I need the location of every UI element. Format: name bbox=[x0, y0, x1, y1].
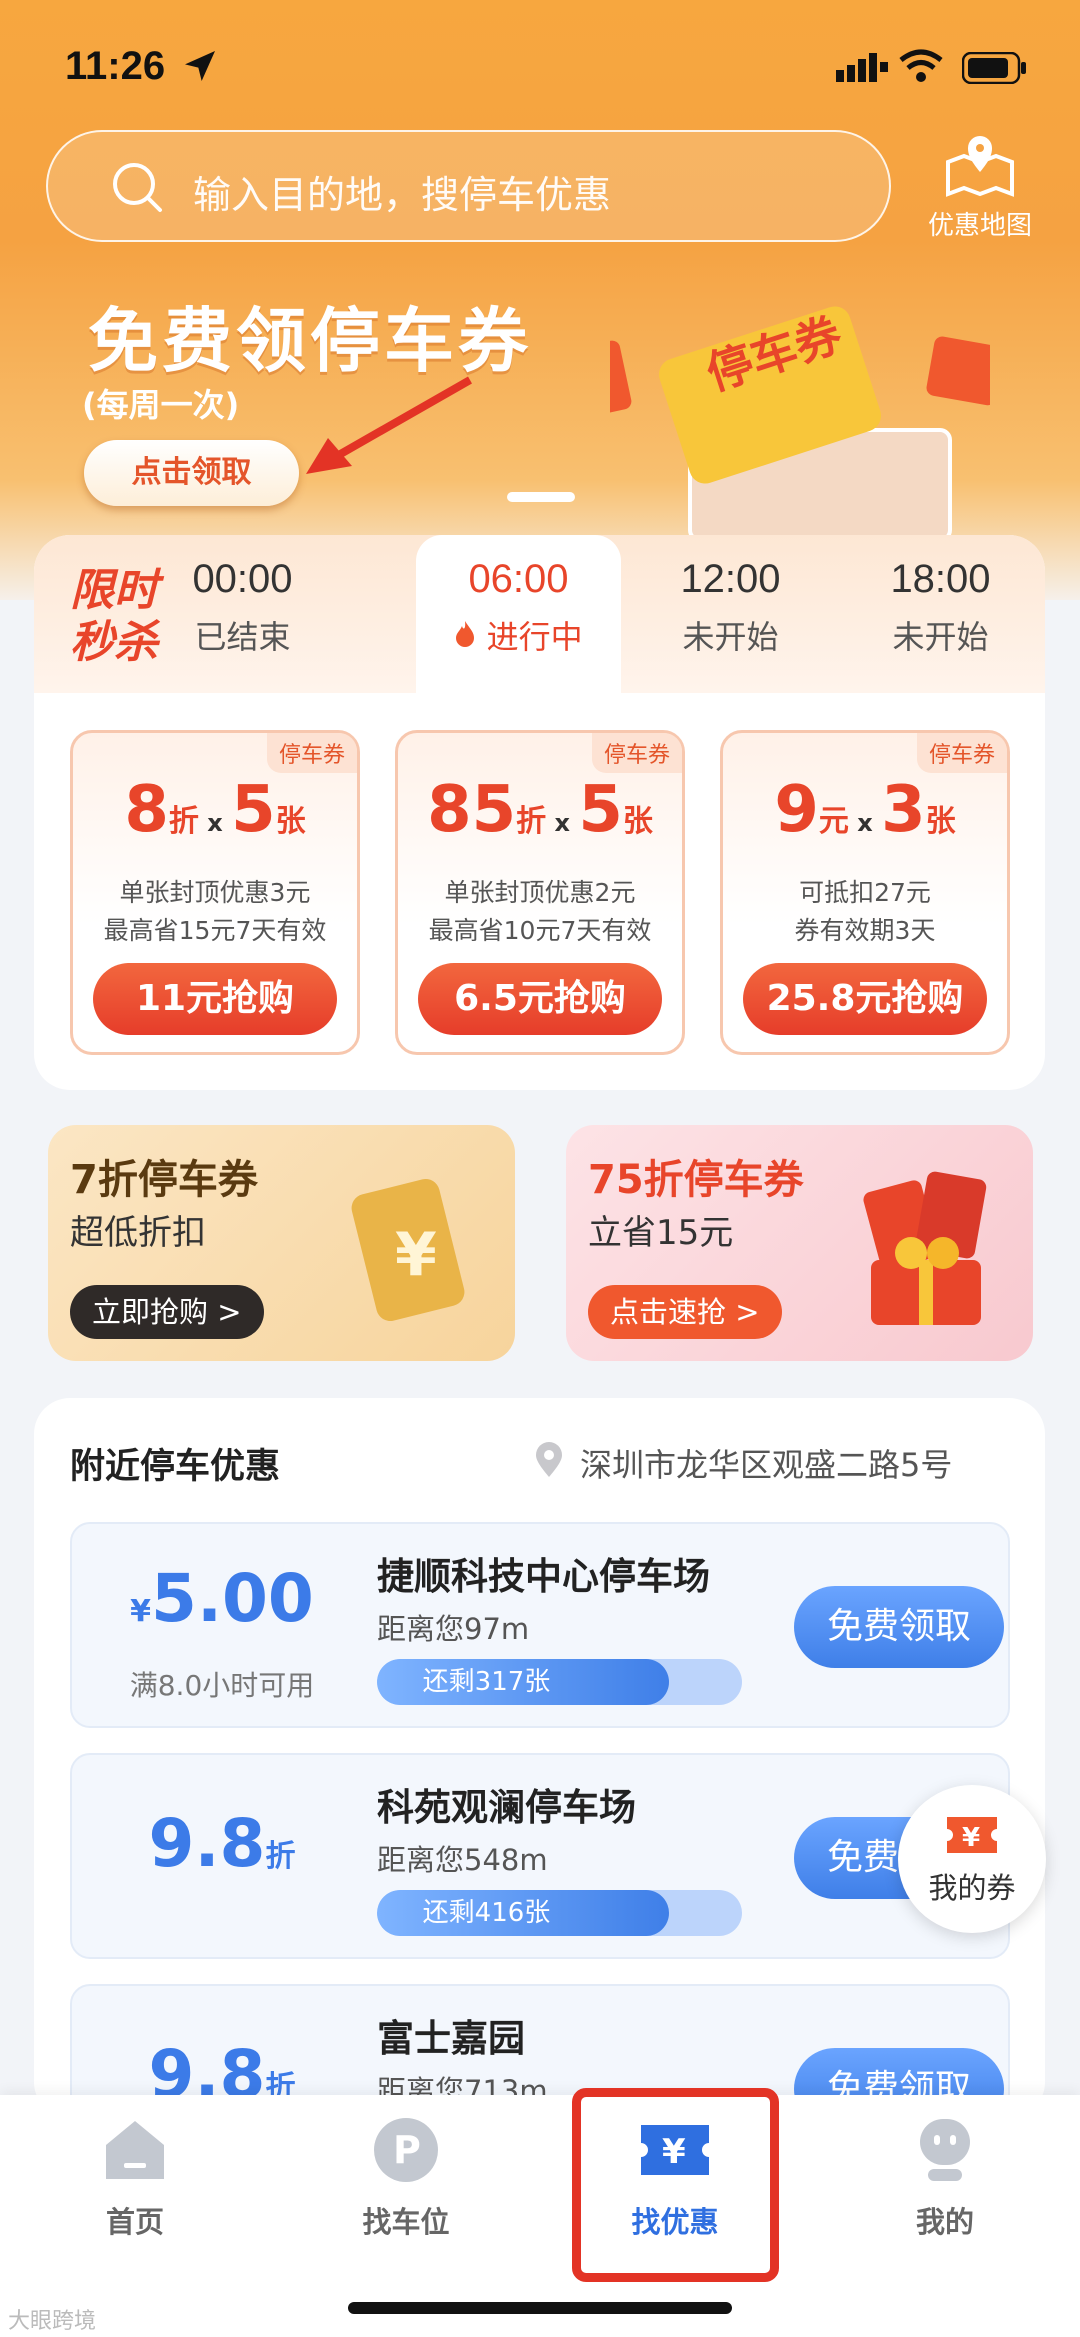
coupon-line1: 单张封顶优惠2元 bbox=[444, 878, 636, 907]
coupon-line2: 最高省10元7天有效 bbox=[428, 916, 652, 945]
watermark: 大眼跨境 bbox=[8, 2309, 97, 2334]
coupon-line1: 可抵扣27元 bbox=[799, 878, 931, 907]
lot-distance: 距离您548m bbox=[377, 1843, 548, 1877]
flash-coupon-card[interactable]: 停车券 9元 x 3张 可抵扣27元 券有效期3天 25.8元抢购 bbox=[720, 730, 1010, 1055]
lot-name: 捷顺科技中心停车场 bbox=[377, 1555, 710, 1598]
gift-box-icon bbox=[851, 1165, 1001, 1339]
search-placeholder: 输入目的地，搜停车优惠 bbox=[193, 173, 612, 217]
claim-button[interactable]: 点击领取 bbox=[84, 440, 299, 506]
buy-button[interactable]: 25.8元抢购 bbox=[743, 963, 987, 1035]
bottom-tab-bar: 首页 P 找车位 ¥ 找优惠 我的 bbox=[0, 2095, 1080, 2337]
slot-status: 未开始 bbox=[682, 618, 779, 656]
slot-time: 12:00 bbox=[680, 557, 781, 601]
svg-text:P: P bbox=[393, 2128, 421, 2172]
parking-lot-card[interactable]: 9.8折 科苑观澜停车场 距离您548m 还剩416张 免费领取 bbox=[70, 1753, 1010, 1959]
promo-card-75-discount[interactable]: 75折停车券 立省15元 点击速抢 > bbox=[566, 1125, 1033, 1361]
parking-icon: P bbox=[371, 2118, 441, 2189]
coupon-map-button[interactable]: 优惠地图 bbox=[915, 128, 1045, 242]
red-arrow-annotation bbox=[300, 370, 480, 484]
remaining-progress: 还剩317张 bbox=[377, 1659, 742, 1705]
remaining-text: 还剩317张 bbox=[422, 1667, 551, 1697]
location-arrow-icon bbox=[180, 46, 220, 90]
coupon-line2: 最高省15元7天有效 bbox=[103, 916, 327, 945]
my-coupons-label: 我的券 bbox=[928, 1871, 1016, 1905]
tab-label: 找车位 bbox=[362, 2205, 450, 2239]
lot-name: 科苑观澜停车场 bbox=[377, 1786, 636, 1829]
coupon-line2: 券有效期3天 bbox=[794, 916, 936, 945]
lot-distance: 距离您97m bbox=[377, 1612, 530, 1646]
nearby-title: 附近停车优惠 bbox=[70, 1447, 281, 1487]
free-claim-button[interactable]: 免费领取 bbox=[794, 1586, 1004, 1668]
promo-card-7-discount[interactable]: 7折停车券 超低折扣 立即抢购 > ¥ bbox=[48, 1125, 515, 1361]
wifi-icon bbox=[898, 48, 944, 88]
promo-subtitle: 超低折扣 bbox=[70, 1213, 206, 1253]
home-icon bbox=[100, 2121, 170, 2189]
signal-icon bbox=[836, 52, 888, 86]
coupon-value: 8折 x 5张 bbox=[124, 773, 306, 847]
tab-label: 首页 bbox=[105, 2205, 164, 2239]
svg-text:¥: ¥ bbox=[395, 1220, 437, 1290]
time-slot-0600[interactable]: 06:00 进行中 bbox=[416, 535, 621, 693]
nearby-location[interactable]: 深圳市龙华区观盛二路5号 bbox=[580, 1440, 952, 1486]
slot-status: 已结束 bbox=[194, 618, 291, 656]
map-pin-icon bbox=[942, 136, 1018, 205]
flash-sale-tabs: 限时 秒杀 00:00 已结束 06:00 进行中 12:00 未开始 18:0… bbox=[34, 535, 1045, 693]
slot-time: 06:00 bbox=[468, 557, 569, 601]
time-slot-1800[interactable]: 18:00 未开始 bbox=[838, 535, 1043, 693]
coupon-line1: 单张封顶优惠3元 bbox=[119, 878, 311, 907]
tab-label: 我的 bbox=[915, 2205, 974, 2239]
coupon-ticket-icon: ¥ bbox=[898, 1813, 1046, 1861]
tab-find-parking[interactable]: P 找车位 bbox=[316, 2115, 496, 2241]
profile-icon bbox=[910, 2119, 980, 2189]
battery-icon bbox=[961, 51, 1028, 88]
svg-text:¥: ¥ bbox=[962, 1823, 980, 1853]
search-icon bbox=[110, 160, 166, 220]
buy-button[interactable]: 11元抢购 bbox=[93, 963, 337, 1035]
slot-time: 18:00 bbox=[890, 557, 991, 601]
banner-subtitle: (每周一次) bbox=[82, 386, 240, 424]
status-time: 11:26 bbox=[65, 44, 166, 88]
lot-name: 富士嘉园 bbox=[377, 2017, 525, 2060]
tab-home[interactable]: 首页 bbox=[45, 2115, 225, 2241]
gold-ticket-icon: ¥ bbox=[333, 1165, 483, 1339]
search-input[interactable]: 输入目的地，搜停车优惠 bbox=[46, 130, 891, 242]
promo-cta-button[interactable]: 点击速抢 > bbox=[588, 1285, 782, 1339]
lot-condition: 满8.0小时可用 bbox=[129, 1669, 315, 1702]
home-indicator[interactable] bbox=[348, 2302, 732, 2314]
coupon-tag: 停车券 bbox=[916, 733, 1007, 773]
slot-status: 进行中 bbox=[486, 618, 583, 656]
promo-subtitle: 立省15元 bbox=[588, 1213, 734, 1253]
carousel-indicator[interactable] bbox=[507, 492, 575, 502]
my-coupons-float-button[interactable]: ¥ 我的券 bbox=[898, 1785, 1046, 1933]
tab-mine[interactable]: 我的 bbox=[855, 2115, 1035, 2241]
lot-price: ¥5.00 bbox=[130, 1560, 314, 1637]
time-slot-1200[interactable]: 12:00 未开始 bbox=[628, 535, 833, 693]
coupon-value: 85折 x 5张 bbox=[427, 773, 653, 847]
flash-coupon-card[interactable]: 停车券 8折 x 5张 单张封顶优惠3元 最高省15元7天有效 11元抢购 bbox=[70, 730, 360, 1055]
buy-button[interactable]: 6.5元抢购 bbox=[418, 963, 662, 1035]
location-pin-icon bbox=[534, 1442, 564, 1482]
flash-coupon-card[interactable]: 停车券 85折 x 5张 单张封顶优惠2元 最高省10元7天有效 6.5元抢购 bbox=[395, 730, 685, 1055]
lot-price: 9.8折 bbox=[148, 1805, 296, 1882]
remaining-progress: 还剩416张 bbox=[377, 1890, 742, 1936]
coupon-tag: 停车券 bbox=[591, 733, 682, 773]
promo-title: 7折停车券 bbox=[70, 1157, 258, 1203]
flame-icon bbox=[454, 618, 476, 656]
remaining-text: 还剩416张 bbox=[422, 1898, 551, 1928]
slot-time: 00:00 bbox=[192, 557, 293, 601]
nearby-offers-section: 附近停车优惠 深圳市龙华区观盛二路5号 ¥5.00 满8.0小时可用 捷顺科技中… bbox=[34, 1398, 1045, 2118]
coupon-map-label: 优惠地图 bbox=[927, 211, 1032, 241]
time-slot-0000[interactable]: 00:00 已结束 bbox=[140, 535, 345, 693]
coupon-tag: 停车券 bbox=[266, 733, 357, 773]
parking-lot-card[interactable]: ¥5.00 满8.0小时可用 捷顺科技中心停车场 距离您97m 还剩317张 免… bbox=[70, 1522, 1010, 1728]
highlight-annotation-box bbox=[572, 2088, 779, 2282]
promo-title: 75折停车券 bbox=[588, 1157, 804, 1203]
flash-sale-panel: 限时 秒杀 00:00 已结束 06:00 进行中 12:00 未开始 18:0… bbox=[34, 535, 1045, 1090]
promo-cta-button[interactable]: 立即抢购 > bbox=[70, 1285, 264, 1339]
coupon-value: 9元 x 3张 bbox=[774, 773, 956, 847]
slot-status: 未开始 bbox=[892, 618, 989, 656]
